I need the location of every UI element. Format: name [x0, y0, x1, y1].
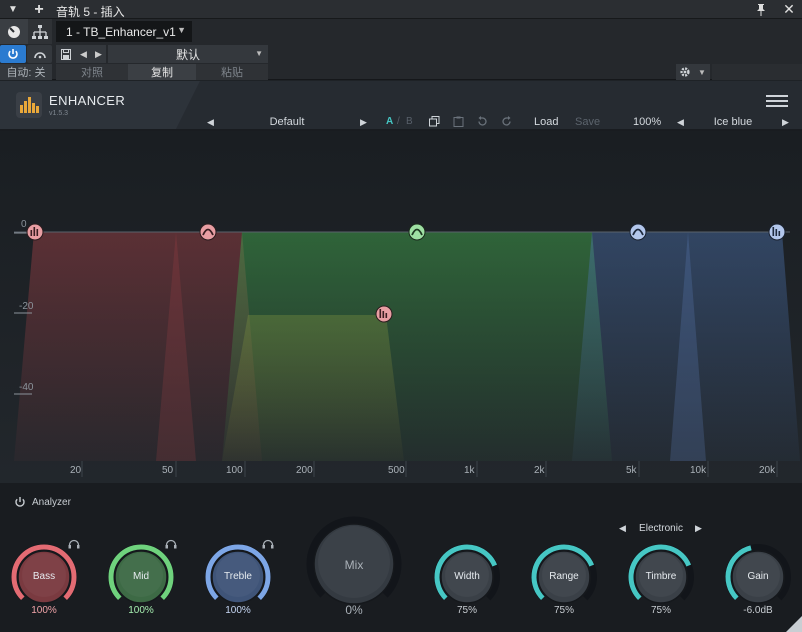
window-titlebar: ▼ + 音轨 5 - 插入 ✕	[0, 0, 802, 19]
chevron-down-icon: ▼	[255, 49, 263, 58]
mid-knob-label: Mid	[132, 571, 150, 582]
bypass-power-button[interactable]	[0, 45, 26, 63]
range-knob-label: Range	[549, 571, 579, 582]
chevron-down-icon: ▼	[698, 67, 706, 77]
mid-knob-value: 100%	[128, 605, 154, 616]
paste-button[interactable]: 粘贴	[196, 64, 268, 80]
host-preset-select[interactable]: 默认 ▼	[108, 45, 268, 63]
next-preset-button[interactable]: ▶	[91, 45, 106, 63]
mix-knob-label: Mix	[344, 558, 364, 572]
bass-knob-label: Bass	[32, 571, 56, 582]
treble-knob-value: 100%	[225, 605, 251, 616]
treble-knob-label: Treble	[224, 571, 252, 582]
enhancer-plugin: ENHANCER v1.5.3 ◀ Default ▶ A / B Load S…	[0, 81, 802, 632]
copy-button[interactable]: 复制	[128, 64, 196, 80]
chevron-down-icon: ▼	[177, 25, 186, 35]
gear-icon	[680, 67, 690, 77]
routing-button[interactable]	[28, 19, 52, 44]
compare-button[interactable]: 对照	[56, 64, 128, 80]
add-button[interactable]: +	[30, 0, 48, 19]
triangle-right-icon: ▶	[95, 48, 102, 59]
power-icon	[8, 49, 18, 59]
mid-solo-headphones-icon[interactable]	[165, 539, 177, 552]
routing-icon	[32, 24, 48, 39]
prev-preset-button[interactable]: ◀	[76, 45, 91, 63]
width-knob-value: 75%	[456, 605, 477, 616]
window-title: 音轨 5 - 插入	[56, 5, 125, 19]
treble-solo-headphones-icon[interactable]	[262, 539, 274, 552]
host-extra-field[interactable]	[712, 64, 802, 80]
host-settings-dropdown[interactable]: ▼	[694, 64, 710, 80]
gain-knob-label: Gain	[747, 571, 769, 582]
width-knob-label: Width	[454, 571, 480, 582]
bass-knob-value: 100%	[31, 605, 57, 616]
plugin-slot-label: 1 - TB_Enhancer_v1	[66, 24, 176, 39]
host-preset-label: 默认	[175, 47, 200, 62]
monitor-button[interactable]	[27, 45, 52, 63]
save-preset-button[interactable]	[56, 45, 76, 63]
bass-solo-headphones-icon[interactable]	[68, 539, 80, 552]
range-knob-value: 75%	[553, 605, 574, 616]
timbre-knob-value: 75%	[650, 605, 671, 616]
floppy-icon	[61, 48, 71, 60]
arc-icon	[33, 52, 46, 59]
resize-grip[interactable]	[784, 614, 802, 632]
close-button[interactable]: ✕	[778, 0, 800, 19]
host-settings-button[interactable]	[676, 64, 694, 80]
knob-graphics	[11, 516, 791, 605]
plugin-slot-select[interactable]: 1 - TB_Enhancer_v1 ▼	[56, 21, 192, 42]
window-menu-button[interactable]: ▼	[2, 0, 24, 19]
triangle-left-icon: ◀	[80, 48, 87, 59]
dial-icon	[8, 25, 20, 38]
gain-knob-value: -6.0dB	[743, 605, 773, 616]
pin-icon[interactable]	[752, 0, 770, 19]
timbre-knob-label: Timbre	[645, 571, 677, 582]
automation-status[interactable]: 自动: 关	[0, 64, 52, 80]
mix-knob-value: 0%	[345, 603, 363, 617]
track-icon-button[interactable]	[0, 19, 28, 44]
